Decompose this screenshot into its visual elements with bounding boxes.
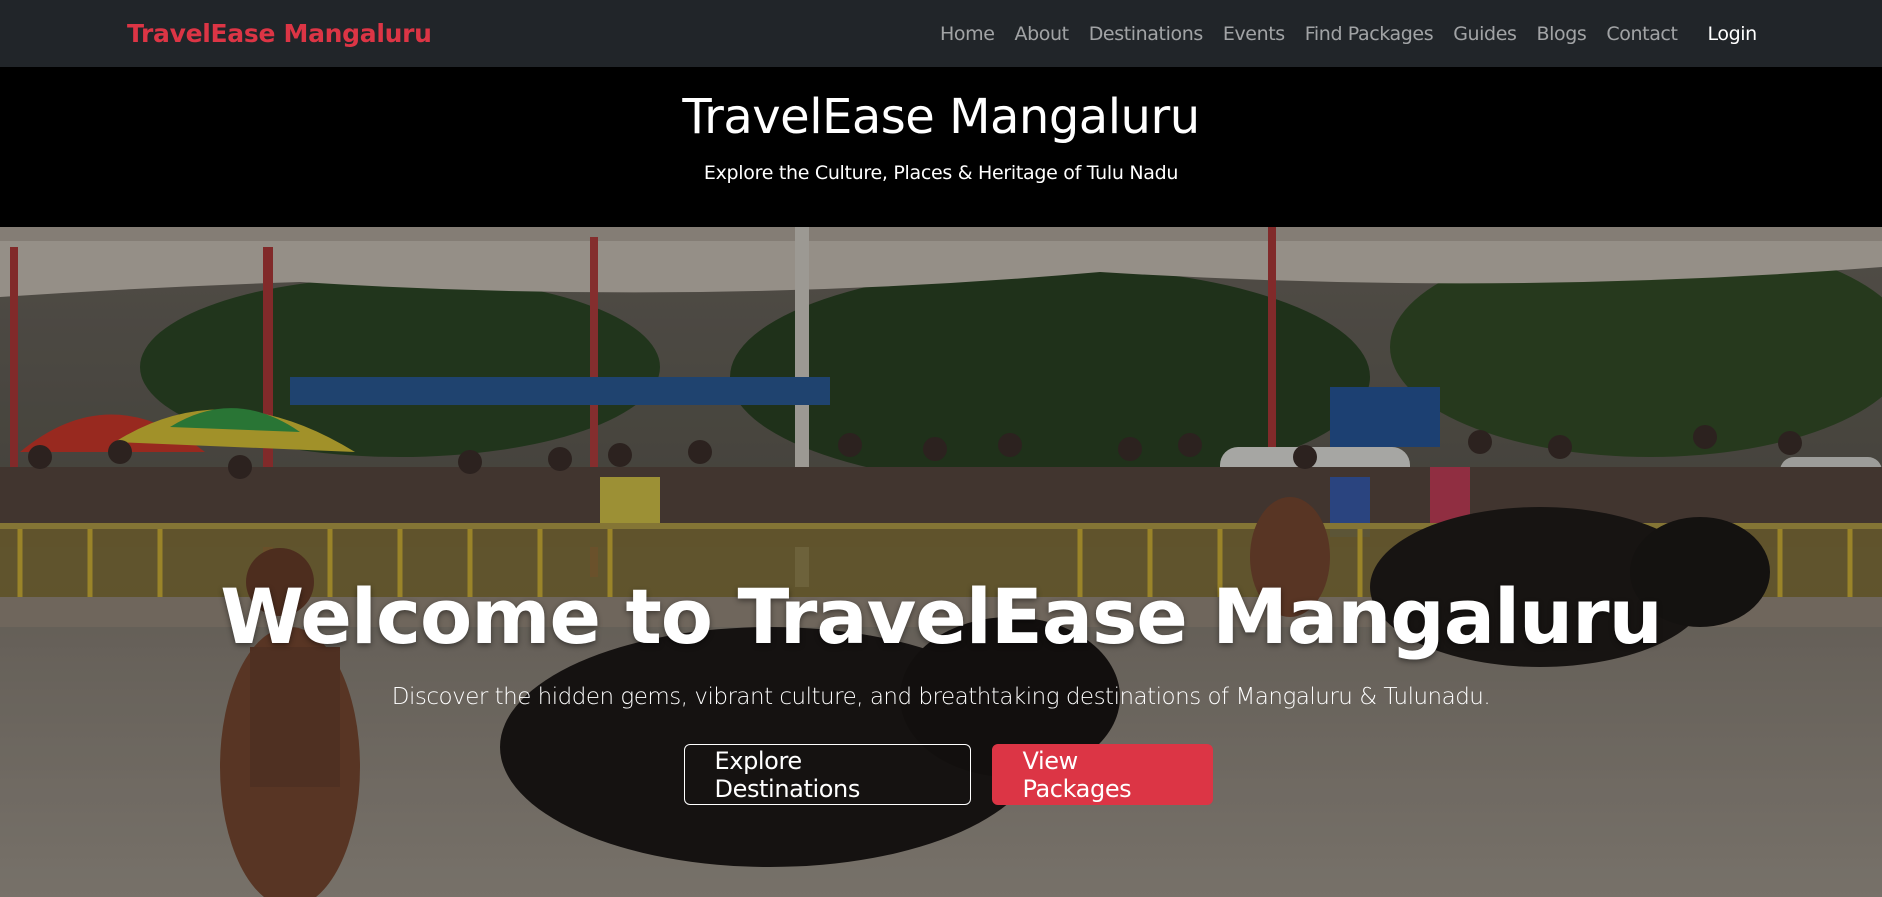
nav-link-find-packages[interactable]: Find Packages: [1305, 23, 1434, 45]
explore-destinations-button[interactable]: Explore Destinations: [683, 744, 971, 805]
view-packages-button[interactable]: View Packages: [991, 744, 1213, 805]
login-link[interactable]: Login: [1708, 23, 1758, 45]
nav-link-home[interactable]: Home: [940, 23, 995, 45]
nav-links: Home About Destinations Events Find Pack…: [940, 0, 1882, 67]
nav-link-about[interactable]: About: [1015, 23, 1070, 45]
nav-link-guides[interactable]: Guides: [1453, 23, 1517, 45]
top-navbar: TravelEase Mangaluru Home About Destinat…: [0, 0, 1882, 67]
nav-link-destinations[interactable]: Destinations: [1089, 23, 1204, 45]
site-tagline: Explore the Culture, Places & Heritage o…: [703, 162, 1179, 184]
hero-title: Welcome to TravelEase Mangaluru: [220, 572, 1662, 661]
hero-section: Welcome to TravelEase Mangaluru Discover…: [0, 227, 1882, 897]
nav-link-blogs[interactable]: Blogs: [1537, 23, 1587, 45]
hero-subtitle: Discover the hidden gems, vibrant cultur…: [391, 684, 1491, 710]
nav-link-contact[interactable]: Contact: [1606, 23, 1678, 45]
nav-link-events[interactable]: Events: [1223, 23, 1285, 45]
site-title: TravelEase Mangaluru: [682, 89, 1200, 145]
brand-logo-link[interactable]: TravelEase Mangaluru: [127, 0, 432, 67]
hero-buttons: Explore Destinations View Packages: [0, 744, 1882, 805]
site-header: TravelEase Mangaluru Explore the Culture…: [0, 67, 1882, 227]
